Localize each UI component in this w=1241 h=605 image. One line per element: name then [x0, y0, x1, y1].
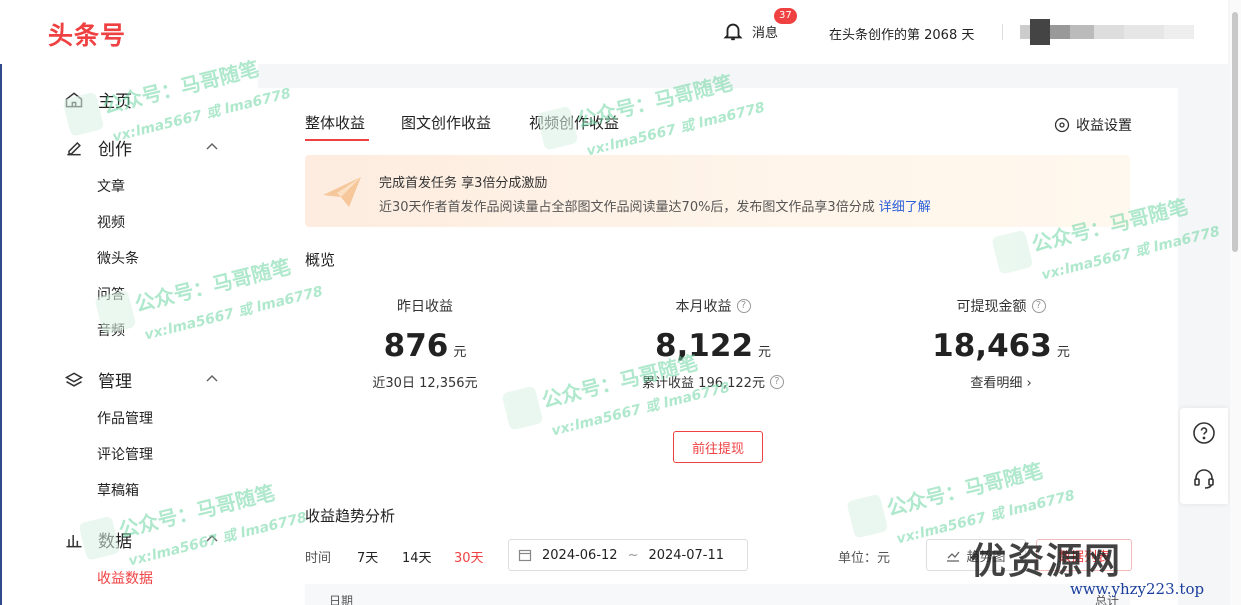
bar-chart-icon: [66, 534, 82, 547]
pen-icon: [67, 141, 81, 155]
tab-overall-revenue[interactable]: 整体收益: [305, 112, 365, 133]
calendar-icon: [518, 549, 532, 562]
header-divider: [1002, 24, 1003, 40]
stat-month-sub-row: 累计收益 196,122元?: [603, 372, 823, 391]
question-circle-icon[interactable]: [1192, 421, 1216, 445]
messages-button[interactable]: 消息 37: [722, 8, 797, 42]
messages-badge: 37: [774, 8, 797, 24]
sidebar-home-label: 主页: [98, 92, 132, 112]
tab-article-revenue[interactable]: 图文创作收益: [401, 112, 491, 133]
first-publish-banner: 完成首发任务 享3倍分成激励 近30天作者首发作品阅读量占全部图文作品阅读量达7…: [305, 155, 1130, 227]
chevron-up-icon[interactable]: [205, 139, 219, 153]
sidebar-item-article[interactable]: 文章: [97, 176, 125, 196]
help-icon[interactable]: ?: [1031, 299, 1046, 313]
tab-video-revenue[interactable]: 视频创作收益: [529, 112, 619, 133]
help-icon[interactable]: ?: [736, 299, 751, 313]
settings-icon: [1054, 117, 1070, 133]
stat-month-label-row: 本月收益?: [603, 296, 823, 316]
sidebar-item-drafts[interactable]: 草稿箱: [97, 480, 139, 500]
stat-month-label: 本月收益: [675, 299, 732, 315]
sidebar-item-create[interactable]: 创作: [64, 135, 132, 160]
sidebar-manage-label: 管理: [98, 372, 132, 392]
page-scrollbar[interactable]: [1230, 0, 1241, 605]
line-chart-icon: [947, 551, 960, 562]
withdraw-button[interactable]: 前往提现: [673, 431, 763, 463]
unit-label: 单位：元: [838, 551, 891, 566]
home-icon: [65, 91, 83, 107]
stat-yesterday-label: 昨日收益: [397, 299, 453, 315]
paper-plane-icon: [323, 177, 361, 207]
chevron-up-icon[interactable]: [205, 531, 219, 545]
top-header: 头条号 消息 37 在头条创作的第 2068 天: [0, 0, 1228, 64]
banner-learn-more-link[interactable]: 详细了解: [879, 200, 931, 215]
time-label: 时间: [305, 551, 332, 566]
sidebar-item-comments[interactable]: 评论管理: [97, 444, 153, 464]
stat-yesterday-value-row: 876 元: [315, 328, 535, 364]
settings-label: 收益设置: [1076, 118, 1132, 134]
sidebar-item-qa[interactable]: 问答: [97, 284, 125, 304]
stat-unit: 元: [453, 345, 467, 360]
stat-month: 本月收益? 8,122 元 累计收益 196,122元?: [603, 296, 823, 391]
sidebar-item-micro[interactable]: 微头条: [97, 248, 139, 268]
sidebar-item-manage[interactable]: 管理: [64, 367, 132, 392]
revenue-card: 整体收益 图文创作收益 视频创作收益 收益设置 完成首发任务 享3倍分成激励 近…: [258, 88, 1178, 605]
chevron-up-icon[interactable]: [205, 371, 219, 385]
sidebar-item-works[interactable]: 作品管理: [97, 408, 153, 428]
banner-description: 近30天作者首发作品阅读量占全部图文作品阅读量达70%后，发布图文作品享3倍分成…: [379, 196, 931, 215]
stat-withdrawable-label: 可提现金额: [956, 299, 1027, 315]
stat-withdrawable: 可提现金额? 18,463 元 查看明细 ›: [891, 296, 1111, 391]
date-range-picker[interactable]: 2024-06-12 ~ 2024-07-11: [508, 539, 748, 571]
table-header: 日期 总计: [305, 584, 1130, 605]
layers-icon: [64, 371, 84, 387]
overview-title: 概览: [305, 251, 336, 269]
range-14d[interactable]: 14天: [402, 547, 432, 566]
messages-label: 消息: [752, 25, 779, 41]
stat-withdrawable-label-row: 可提现金额?: [891, 296, 1111, 316]
column-date: 日期: [329, 594, 354, 605]
trend-title: 收益趋势分析: [305, 507, 396, 525]
user-account-blurred[interactable]: [1020, 18, 1198, 46]
view-details-link[interactable]: 查看明细 ›: [891, 372, 1111, 391]
corner-watermark-logo: 优资源网: [970, 541, 1123, 582]
date-separator: ~: [627, 547, 639, 563]
floating-help-panel: [1180, 408, 1228, 504]
creation-days: 在头条创作的第 2068 天: [829, 28, 975, 43]
banner-title: 完成首发任务 享3倍分成激励: [379, 176, 548, 191]
sidebar-item-revenue-data[interactable]: 收益数据: [97, 568, 153, 588]
sidebar-item-home[interactable]: 主页: [64, 87, 132, 112]
scroll-thumb[interactable]: [1232, 12, 1238, 252]
sidebar: 主页 创作 文章 视频 微头条 问答 音频 管理 作品管理 评论管理 草稿箱 数…: [0, 64, 258, 605]
stat-unit: 元: [758, 345, 772, 360]
sidebar-item-audio[interactable]: 音频: [97, 320, 125, 340]
sidebar-item-data[interactable]: 数据: [64, 527, 132, 552]
date-start: 2024-06-12: [542, 547, 618, 563]
sidebar-create-label: 创作: [98, 140, 132, 160]
sidebar-data-label: 数据: [98, 532, 132, 552]
sidebar-item-video[interactable]: 视频: [97, 212, 125, 232]
stat-month-value: 8,122: [654, 328, 754, 364]
stat-yesterday-value: 876: [383, 328, 449, 364]
revenue-settings-button[interactable]: 收益设置: [1054, 115, 1132, 135]
toutiao-logo[interactable]: 头条号: [48, 16, 126, 52]
stat-month-sub: 累计收益 196,122元: [642, 376, 765, 391]
help-icon[interactable]: ?: [769, 374, 784, 389]
active-tab-indicator: [305, 139, 369, 141]
range-7d[interactable]: 7天: [357, 547, 378, 566]
stat-unit: 元: [1056, 345, 1070, 360]
stat-yesterday-sub: 近30日 12,356元: [372, 376, 478, 391]
bell-icon: [723, 23, 743, 41]
corner-watermark-url: www.yhzy223.top: [1070, 580, 1205, 598]
date-end: 2024-07-11: [648, 547, 725, 563]
stat-withdrawable-value: 18,463: [932, 328, 1052, 364]
range-30d[interactable]: 30天: [454, 547, 484, 566]
stat-yesterday: 昨日收益 876 元 近30日 12,356元: [315, 296, 535, 391]
stat-withdrawable-value-row: 18,463 元: [891, 328, 1111, 364]
banner-desc-text: 近30天作者首发作品阅读量占全部图文作品阅读量达70%后，发布图文作品享3倍分成: [379, 200, 875, 215]
headset-icon[interactable]: [1192, 466, 1216, 490]
stat-month-value-row: 8,122 元: [603, 328, 823, 364]
